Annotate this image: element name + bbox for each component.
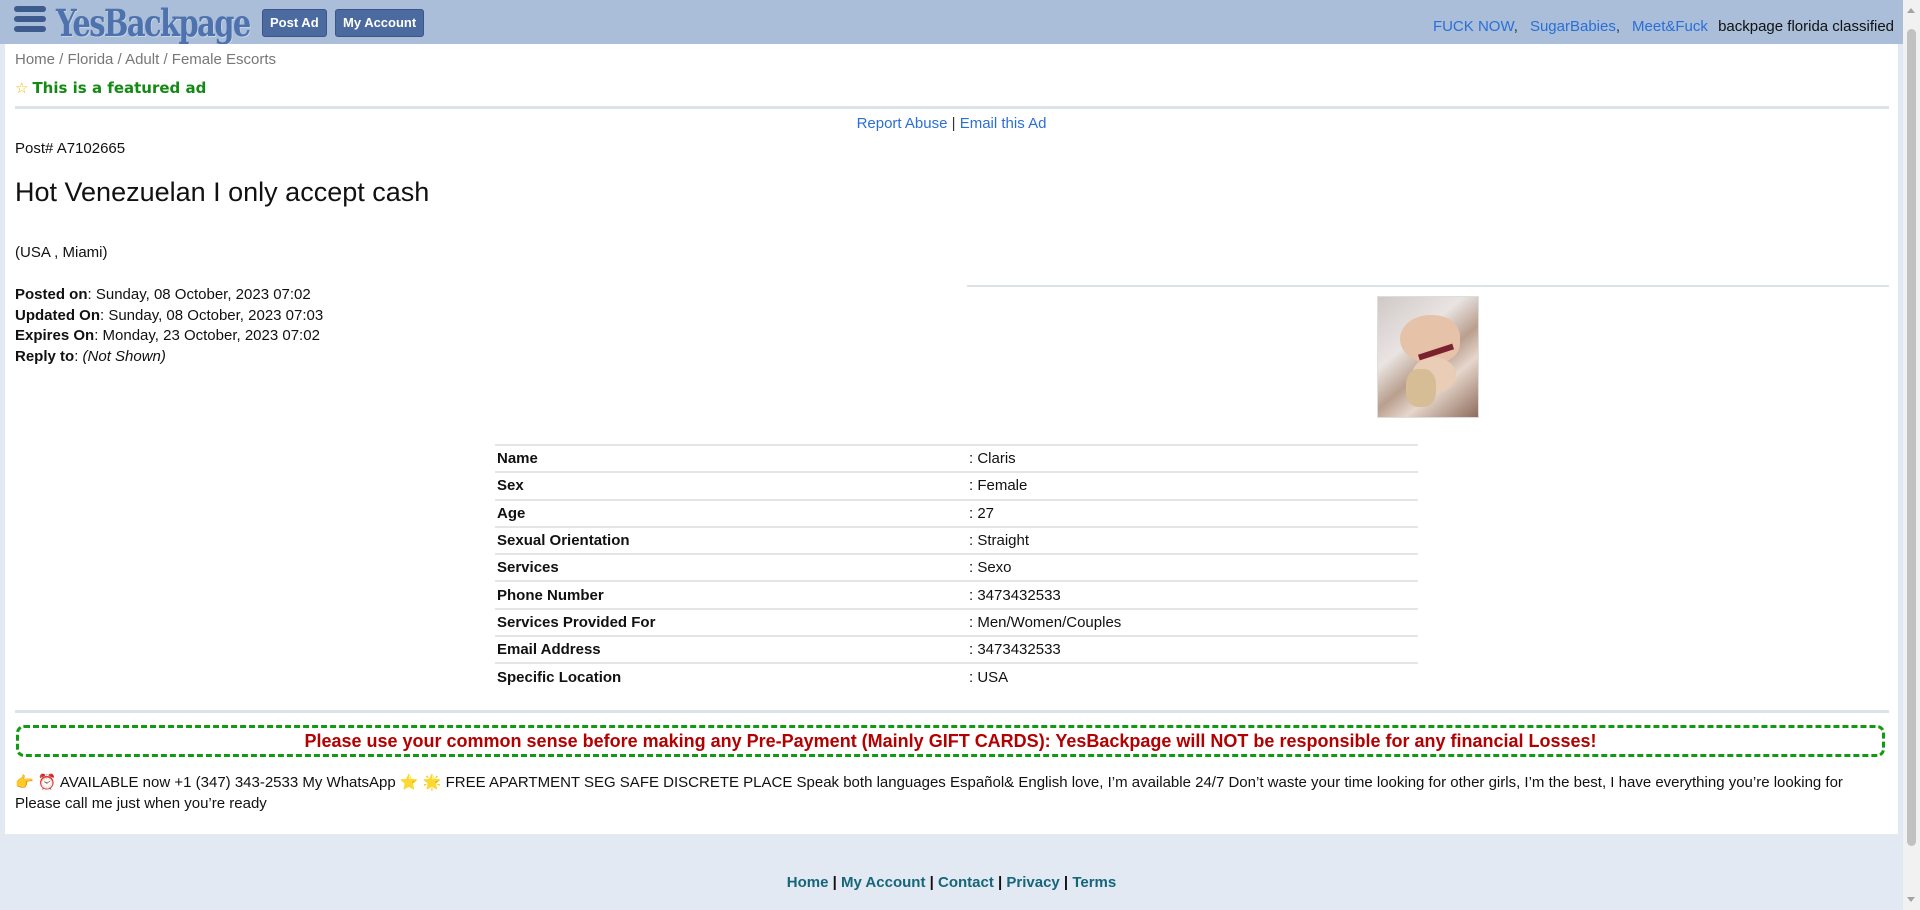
footer-nav: Home | My Account | Contact | Privacy | … bbox=[786, 874, 1117, 891]
scroll-down-icon[interactable] bbox=[1907, 897, 1915, 902]
detail-value: : Claris bbox=[967, 443, 1418, 473]
ad-panel: Home / Florida / Adult / Female Escorts … bbox=[5, 44, 1898, 834]
detail-value: : USA bbox=[967, 662, 1418, 690]
detail-key: Age bbox=[495, 498, 967, 527]
details-row: Services: Sexo bbox=[495, 553, 1418, 582]
breadcrumb: Home / Florida / Adult / Female Escorts bbox=[15, 51, 276, 68]
scrollbar-thumb[interactable] bbox=[1907, 29, 1916, 846]
details-table: Name: Claris Sex: Female Age: 27 Sexual Ori… bbox=[495, 443, 1418, 690]
meta-updated: Updated On: Sunday, 08 October, 2023 07:… bbox=[15, 306, 324, 324]
detail-value: : 3473432533 bbox=[967, 580, 1418, 609]
footer-contact[interactable]: Contact bbox=[938, 874, 994, 891]
featured-badge: ☆ This is a featured ad bbox=[15, 79, 206, 97]
detail-value: : Men/Women/Couples bbox=[967, 607, 1418, 637]
details-row: Phone Number: 3473432533 bbox=[495, 580, 1418, 609]
report-abuse-link[interactable]: Report Abuse bbox=[857, 115, 948, 132]
top-link-fuck-now[interactable]: FUCK NOW bbox=[1433, 18, 1514, 35]
ad-actions: Report Abuse | Email this Ad bbox=[5, 115, 1898, 132]
actions-separator: | bbox=[951, 115, 956, 132]
footer-home[interactable]: Home bbox=[787, 874, 829, 891]
ad-title: Hot Venezuelan I only accept cash bbox=[15, 177, 430, 207]
site-tagline: backpage florida classified bbox=[1718, 18, 1894, 35]
detail-key: Phone Number bbox=[495, 580, 967, 609]
top-link-sugarbabies[interactable]: SugarBabies bbox=[1530, 18, 1616, 35]
details-row: Name: Claris bbox=[495, 443, 1418, 473]
featured-label: This is a featured ad bbox=[32, 79, 207, 97]
top-link-meet-fuck[interactable]: Meet&Fuck bbox=[1632, 18, 1708, 35]
post-ad-button[interactable]: Post Ad bbox=[262, 9, 327, 37]
breadcrumb-subcategory[interactable]: Female Escorts bbox=[172, 51, 276, 68]
ad-meta: Posted on: Sunday, 08 October, 2023 07:0… bbox=[15, 285, 323, 367]
scrollbar[interactable] bbox=[1903, 0, 1920, 910]
site-logo[interactable]: YesBackpage bbox=[56, 1, 251, 45]
breadcrumb-home[interactable]: Home bbox=[15, 51, 55, 68]
footer-terms[interactable]: Terms bbox=[1072, 874, 1116, 891]
photo-divider bbox=[967, 285, 1889, 287]
footer-privacy[interactable]: Privacy bbox=[1006, 874, 1059, 891]
meta-expires: Expires On: Monday, 23 October, 2023 07:… bbox=[15, 327, 320, 344]
detail-key: Specific Location bbox=[495, 662, 967, 690]
top-bar: YesBackpage Post Ad My Account FUCK NOW,… bbox=[0, 0, 1920, 45]
detail-value: : Straight bbox=[967, 525, 1418, 555]
my-account-button[interactable]: My Account bbox=[335, 9, 425, 37]
details-row: Sexual Orientation: Straight bbox=[495, 525, 1418, 555]
ad-location: (USA , Miami) bbox=[15, 244, 108, 261]
detail-value: : Sexo bbox=[967, 553, 1418, 582]
detail-key: Name bbox=[495, 443, 967, 473]
details-row: Services Provided For: Men/Women/Couples bbox=[495, 607, 1418, 637]
detail-key: Sexual Orientation bbox=[495, 525, 967, 555]
divider bbox=[15, 710, 1889, 713]
email-ad-link[interactable]: Email this Ad bbox=[960, 115, 1047, 132]
detail-value: : Female bbox=[967, 471, 1418, 500]
post-number: Post# A7102665 bbox=[15, 140, 126, 157]
detail-key: Email Address bbox=[495, 635, 967, 664]
detail-value: : 27 bbox=[967, 498, 1418, 527]
detail-key: Sex bbox=[495, 471, 967, 500]
meta-posted: Posted on: Sunday, 08 October, 2023 07:0… bbox=[15, 286, 311, 303]
payment-warning: Please use your common sense before maki… bbox=[16, 725, 1885, 757]
scroll-up-icon[interactable] bbox=[1907, 8, 1915, 13]
breadcrumb-state[interactable]: Florida bbox=[68, 51, 114, 68]
meta-reply: Reply to: (Not Shown) bbox=[15, 347, 166, 365]
details-row: Sex: Female bbox=[495, 471, 1418, 500]
details-row: Specific Location: USA bbox=[495, 662, 1418, 690]
detail-key: Services bbox=[495, 553, 967, 582]
star-icon: ☆ bbox=[15, 79, 29, 97]
menu-icon[interactable] bbox=[14, 6, 46, 38]
ad-description: 👉 ⏰ AVAILABLE now +1 (347) 343-2533 My W… bbox=[15, 774, 1843, 812]
ad-photo[interactable] bbox=[1377, 296, 1479, 418]
details-row: Age: 27 bbox=[495, 498, 1418, 527]
detail-value: : 3473432533 bbox=[967, 635, 1418, 664]
details-row: Email Address: 3473432533 bbox=[495, 635, 1418, 664]
detail-key: Services Provided For bbox=[495, 607, 967, 637]
breadcrumb-category[interactable]: Adult bbox=[125, 51, 159, 68]
footer-my-account[interactable]: My Account bbox=[841, 874, 925, 891]
divider bbox=[15, 106, 1889, 109]
top-links: FUCK NOW, SugarBabies, Meet&Fuck backpage … bbox=[1432, 18, 1894, 35]
